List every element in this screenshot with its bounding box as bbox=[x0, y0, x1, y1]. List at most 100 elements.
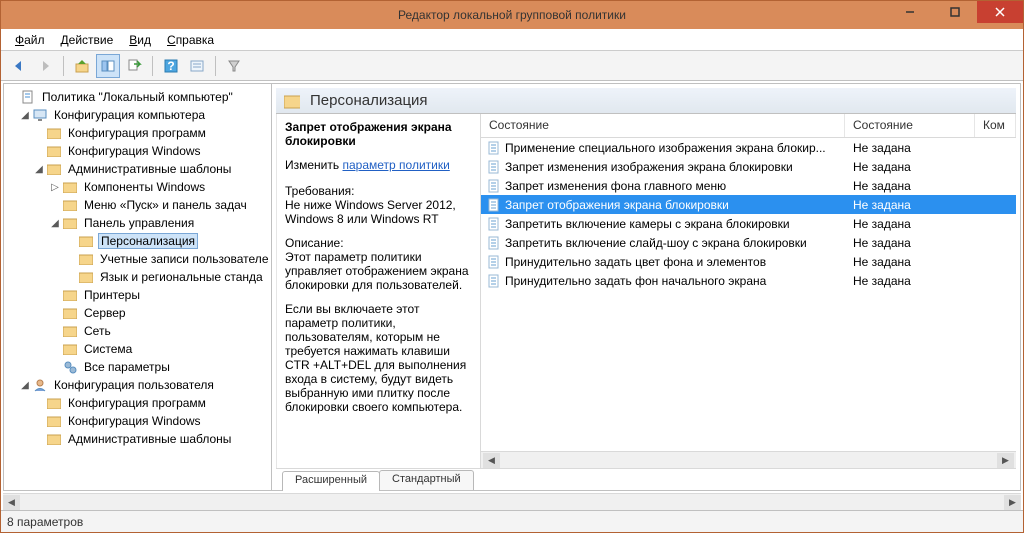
tree-control-panel[interactable]: ◢ Панель управления bbox=[4, 214, 271, 232]
tree-win-components[interactable]: ▷ Компоненты Windows bbox=[4, 178, 271, 196]
collapse-icon[interactable]: ◢ bbox=[32, 164, 46, 175]
folder-icon bbox=[46, 125, 62, 141]
menu-file[interactable]: Файл bbox=[9, 31, 51, 49]
up-button[interactable] bbox=[70, 54, 94, 78]
scroll-right-icon[interactable]: ▶ bbox=[997, 453, 1014, 468]
folder-icon bbox=[78, 251, 94, 267]
policy-state: Не задана bbox=[845, 255, 975, 269]
maximize-button[interactable] bbox=[932, 1, 977, 23]
export-button[interactable] bbox=[122, 54, 146, 78]
list-rows[interactable]: Применение специального изображения экра… bbox=[481, 138, 1016, 451]
window-controls bbox=[887, 1, 1023, 23]
settings-icon bbox=[62, 359, 78, 375]
horizontal-scrollbar[interactable]: ◀ ▶ bbox=[481, 451, 1016, 468]
policy-icon bbox=[487, 160, 501, 174]
menu-view[interactable]: Вид bbox=[123, 31, 157, 49]
col-comment[interactable]: Ком bbox=[975, 114, 1016, 137]
folder-icon bbox=[78, 233, 94, 249]
tree-lang-regional[interactable]: Язык и региональные станда bbox=[4, 268, 271, 286]
minimize-button[interactable] bbox=[887, 1, 932, 23]
change-link[interactable]: параметр политики bbox=[342, 158, 449, 172]
titlebar[interactable]: Редактор локальной групповой политики bbox=[1, 1, 1023, 29]
tree-server[interactable]: Сервер bbox=[4, 304, 271, 322]
collapse-icon[interactable]: ◢ bbox=[48, 218, 62, 229]
tree-u-admin-templates[interactable]: Административные шаблоны bbox=[4, 430, 271, 448]
description-pane: Запрет отображения экрана блокировки Изм… bbox=[277, 114, 480, 468]
help-button[interactable]: ? bbox=[159, 54, 183, 78]
tree-user-accounts[interactable]: Учетные записи пользователе bbox=[4, 250, 271, 268]
body-area: Политика "Локальный компьютер" ◢ Конфигу… bbox=[3, 83, 1021, 491]
tab-standard[interactable]: Стандартный bbox=[379, 470, 474, 490]
description-label: Описание: bbox=[285, 236, 470, 250]
policy-row[interactable]: Применение специального изображения экра… bbox=[481, 138, 1016, 157]
policy-row[interactable]: Принудительно задать фон начального экра… bbox=[481, 271, 1016, 290]
tree-label: Все параметры bbox=[82, 360, 172, 374]
tree-u-windows-config[interactable]: Конфигурация Windows bbox=[4, 412, 271, 430]
policy-name-cell: Запрет отображения экрана блокировки bbox=[481, 198, 845, 212]
tree-label: Сеть bbox=[82, 324, 113, 338]
collapse-icon[interactable]: ◢ bbox=[18, 110, 32, 121]
toolbar: ? bbox=[1, 51, 1023, 81]
tree-label: Панель управления bbox=[82, 216, 196, 230]
policy-row[interactable]: Принудительно задать цвет фона и элемент… bbox=[481, 252, 1016, 271]
change-line: Изменить параметр политики bbox=[285, 158, 470, 172]
outer-scrollbar[interactable]: ◀ ▶ bbox=[3, 493, 1021, 510]
folder-icon bbox=[62, 179, 78, 195]
menubar: Файл Действие Вид Справка bbox=[1, 29, 1023, 51]
tree-all-params[interactable]: Все параметры bbox=[4, 358, 271, 376]
tree-printers[interactable]: Принтеры bbox=[4, 286, 271, 304]
policy-row[interactable]: Запрет отображения экрана блокировкиНе з… bbox=[481, 195, 1016, 214]
statusbar: 8 параметров bbox=[1, 510, 1023, 532]
menu-view-label: ид bbox=[137, 33, 151, 47]
tab-extended[interactable]: Расширенный bbox=[282, 471, 380, 491]
col-state[interactable]: Состояние bbox=[481, 114, 845, 137]
filter-button[interactable] bbox=[222, 54, 246, 78]
policy-icon bbox=[487, 179, 501, 193]
forward-button[interactable] bbox=[33, 54, 57, 78]
close-button[interactable] bbox=[977, 1, 1023, 23]
tree-label: Компоненты Windows bbox=[82, 180, 207, 194]
menu-action[interactable]: Действие bbox=[55, 31, 120, 49]
back-button[interactable] bbox=[7, 54, 31, 78]
description-text1: Этот параметр политики управляет отображ… bbox=[285, 250, 470, 292]
tree-personalization[interactable]: Персонализация bbox=[4, 232, 271, 250]
collapse-icon[interactable]: ◢ bbox=[18, 380, 32, 391]
policy-state: Не задана bbox=[845, 274, 975, 288]
folder-icon bbox=[78, 269, 94, 285]
expand-icon[interactable]: ▷ bbox=[48, 182, 62, 193]
tree-pane[interactable]: Политика "Локальный компьютер" ◢ Конфигу… bbox=[4, 84, 272, 490]
scroll-left-icon[interactable]: ◀ bbox=[483, 453, 500, 468]
tree-computer-config[interactable]: ◢ Конфигурация компьютера bbox=[4, 106, 271, 124]
tree-label: Меню «Пуск» и панель задач bbox=[82, 198, 249, 212]
policy-row[interactable]: Запретить включение камеры с экрана блок… bbox=[481, 214, 1016, 233]
tree-label: Конфигурация пользователя bbox=[52, 378, 216, 392]
tree-root[interactable]: Политика "Локальный компьютер" bbox=[4, 88, 271, 106]
tree-start-taskbar[interactable]: Меню «Пуск» и панель задач bbox=[4, 196, 271, 214]
scroll-left-icon[interactable]: ◀ bbox=[3, 495, 20, 510]
tree-software-config[interactable]: Конфигурация программ bbox=[4, 124, 271, 142]
tree-windows-config[interactable]: Конфигурация Windows bbox=[4, 142, 271, 160]
header-title: Персонализация bbox=[310, 92, 428, 109]
folder-icon bbox=[62, 323, 78, 339]
folder-icon bbox=[46, 431, 62, 447]
tree-system[interactable]: Система bbox=[4, 340, 271, 358]
folder-icon bbox=[46, 161, 62, 177]
tree-u-software-config[interactable]: Конфигурация программ bbox=[4, 394, 271, 412]
tree-admin-templates[interactable]: ◢Административные шаблоны bbox=[4, 160, 271, 178]
col-state2[interactable]: Состояние bbox=[845, 114, 975, 137]
policy-row[interactable]: Запрет изменения фона главного менюНе за… bbox=[481, 176, 1016, 195]
show-tree-button[interactable] bbox=[96, 54, 120, 78]
tree-network[interactable]: Сеть bbox=[4, 322, 271, 340]
scroll-right-icon[interactable]: ▶ bbox=[1004, 495, 1021, 510]
policy-row[interactable]: Запретить включение слайд-шоу с экрана б… bbox=[481, 233, 1016, 252]
policy-row[interactable]: Запрет изменения изображения экрана блок… bbox=[481, 157, 1016, 176]
menu-help[interactable]: Справка bbox=[161, 31, 220, 49]
folder-icon bbox=[62, 287, 78, 303]
policy-state: Не задана bbox=[845, 179, 975, 193]
policy-icon bbox=[487, 255, 501, 269]
folder-icon bbox=[46, 413, 62, 429]
computer-icon bbox=[32, 107, 48, 123]
tree-user-config[interactable]: ◢ Конфигурация пользователя bbox=[4, 376, 271, 394]
properties-button[interactable] bbox=[185, 54, 209, 78]
window: Редактор локальной групповой политики Фа… bbox=[0, 0, 1024, 533]
